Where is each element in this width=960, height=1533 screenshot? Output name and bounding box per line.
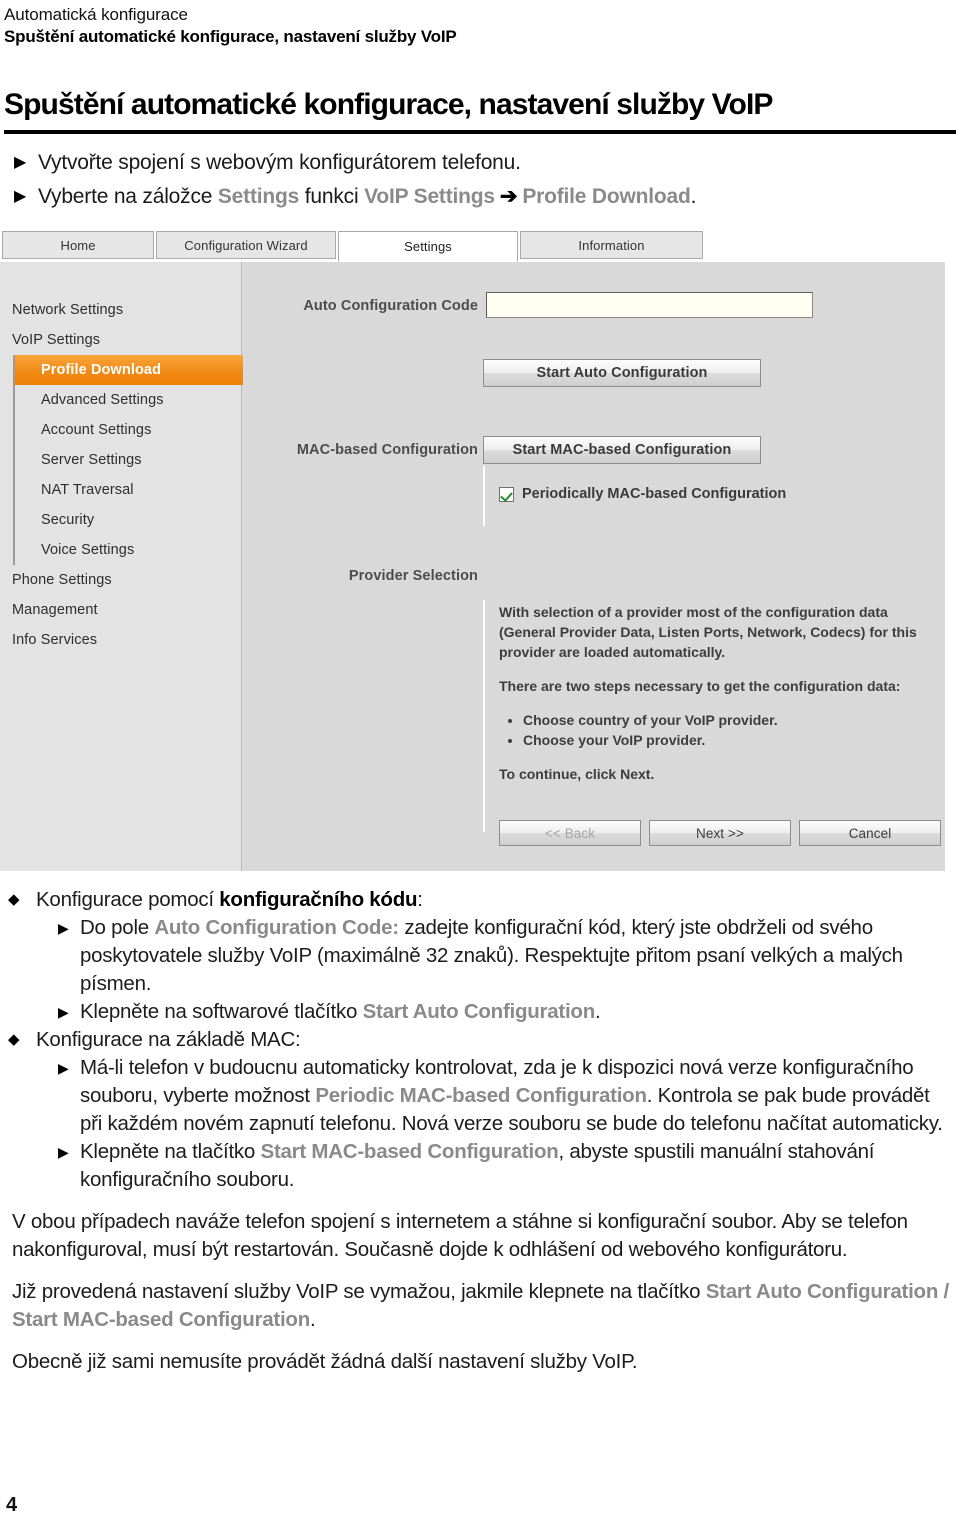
bullet-config-code-prefix: Konfigurace pomocí xyxy=(36,888,220,911)
triangle-bullet-icon: ▶ xyxy=(14,188,27,205)
diamond-bullet-icon: ◆ xyxy=(8,1031,20,1048)
intro-step-1-text: Vytvořte spojení s webovým konfigurátore… xyxy=(38,151,521,174)
sidebar-nav: Network Settings VoIP Settings Profile D… xyxy=(0,262,252,871)
intro-steps: ▶ Vytvořte spojení s webovým konfiguráto… xyxy=(14,146,944,214)
provider-info-bullet-list: Choose country of your VoIP provider. Ch… xyxy=(499,710,934,750)
provider-info-paragraph-3: To continue, click Next. xyxy=(499,766,655,782)
substep-click-start-auto: ▶ Klepněte na softwarové tlačítko Start … xyxy=(58,998,952,1026)
sidebar-item-voip-settings[interactable]: VoIP Settings xyxy=(0,325,242,355)
substep-click-start-auto-text: Klepněte na softwarové tlačítko Start Au… xyxy=(80,998,601,1026)
checkbox-checked-icon[interactable] xyxy=(499,486,514,502)
auto-configuration-code-input[interactable] xyxy=(486,292,813,318)
intro-step-2-submenu-term: Profile Download xyxy=(522,185,691,208)
sidebar-nav-list: Network Settings VoIP Settings Profile D… xyxy=(0,295,252,655)
sidebar-item-management[interactable]: Management xyxy=(0,595,242,625)
page-number: 4 xyxy=(6,1494,18,1516)
diamond-bullet-icon: ◆ xyxy=(8,891,20,908)
triangle-bullet-icon: ▶ xyxy=(58,1060,69,1076)
substep-enter-code: ▶ Do pole Auto Configuration Code: zadej… xyxy=(58,914,952,998)
tab-home[interactable]: Home xyxy=(2,231,154,259)
substep-click-start-auto-prefix: Klepněte na softwarové tlačítko xyxy=(80,1000,363,1023)
sidebar-item-advanced-settings[interactable]: Advanced Settings xyxy=(13,385,242,415)
periodically-mac-based-configuration-row[interactable]: Periodically MAC-based Configuration xyxy=(499,486,786,502)
cancel-button[interactable]: Cancel xyxy=(799,820,941,846)
substep-click-start-auto-term: Start Auto Configuration xyxy=(362,1000,596,1023)
intro-step-1: ▶ Vytvořte spojení s webovým konfiguráto… xyxy=(14,146,944,180)
intro-step-2: ▶ Vyberte na záložce Settings funkci VoI… xyxy=(14,180,944,214)
substep-click-start-mac-prefix: Klepněte na tlačítko xyxy=(80,1140,261,1163)
substep-click-start-auto-suffix: . xyxy=(594,1000,601,1023)
intro-step-2-prefix: Vyberte na záložce xyxy=(38,185,213,208)
sidebar-item-network-settings[interactable]: Network Settings xyxy=(0,295,242,325)
sidebar-item-server-settings[interactable]: Server Settings xyxy=(13,445,242,475)
substep-periodic-check: ▶ Má-li telefon v budoucnu automaticky k… xyxy=(58,1054,952,1138)
paragraph-no-further-settings: Obecně již sami nemusíte provádět žádná … xyxy=(12,1350,638,1373)
title-divider xyxy=(4,130,956,134)
body-copy: ◆ Konfigurace pomocí konfiguračního kódu… xyxy=(8,886,952,1376)
intro-step-2-text: Vyberte na záložce Settings funkci VoIP … xyxy=(38,180,696,214)
running-head: Automatická konfigurace Spuštění automat… xyxy=(4,4,944,48)
bullet-config-code-suffix: : xyxy=(417,888,423,911)
back-button[interactable]: << Back xyxy=(499,820,641,846)
triangle-bullet-icon: ▶ xyxy=(58,1144,69,1160)
paragraph-settings-erased-suffix: . xyxy=(309,1308,316,1331)
provider-info-paragraph-2: There are two steps necessary to get the… xyxy=(499,678,901,694)
triangle-bullet-icon: ▶ xyxy=(14,154,27,171)
running-head-section: Spuštění automatické konfigurace, nastav… xyxy=(4,27,457,46)
paragraph-settings-erased: Již provedená nastavení služby VoIP se v… xyxy=(8,1278,952,1334)
start-auto-configuration-button[interactable]: Start Auto Configuration xyxy=(483,359,761,387)
substep-click-start-mac-text: Klepněte na tlačítko Start MAC-based Con… xyxy=(80,1138,952,1194)
mac-section-rule xyxy=(483,466,485,526)
triangle-bullet-icon: ▶ xyxy=(58,1004,69,1020)
paragraph-restart-note: V obou případech naváže telefon spojení … xyxy=(12,1210,908,1261)
provider-info-text: With selection of a provider most of the… xyxy=(499,602,934,798)
intro-step-2-tab-term: Settings xyxy=(217,185,300,208)
substep-enter-code-term: Auto Configuration Code: xyxy=(154,916,399,939)
substep-click-start-mac-term: Start MAC-based Configuration xyxy=(260,1140,559,1163)
substep-periodic-check-text: Má-li telefon v budoucnu automaticky kon… xyxy=(80,1054,952,1138)
intro-step-2-end: . xyxy=(690,185,697,208)
substep-periodic-check-term: Periodic MAC-based Configuration xyxy=(315,1084,647,1107)
tab-configuration-wizard[interactable]: Configuration Wizard xyxy=(156,231,336,259)
list-item: Choose your VoIP provider. xyxy=(523,730,934,750)
sidebar-item-info-services[interactable]: Info Services xyxy=(0,625,242,655)
provider-info-rule xyxy=(483,600,485,832)
web-configurator-screenshot: Home Configuration Wizard Settings Infor… xyxy=(0,228,945,871)
list-item: Choose country of your VoIP provider. xyxy=(523,710,934,730)
sidebar-item-account-settings[interactable]: Account Settings xyxy=(13,415,242,445)
tab-information[interactable]: Information xyxy=(520,231,703,259)
content-pane: Auto Configuration Code Start Auto Confi… xyxy=(243,262,945,871)
substep-click-start-mac: ▶ Klepněte na tlačítko Start MAC-based C… xyxy=(58,1138,952,1194)
intro-step-2-middle: funkci xyxy=(304,185,359,208)
next-button[interactable]: Next >> xyxy=(649,820,791,846)
page-title: Spuštění automatické konfigurace, nastav… xyxy=(4,88,773,121)
right-arrow-icon: ➔ xyxy=(499,185,518,208)
sidebar-item-profile-download[interactable]: Profile Download xyxy=(13,355,252,385)
bullet-mac-config: ◆ Konfigurace na základě MAC: xyxy=(8,1026,952,1054)
tab-bar: Home Configuration Wizard Settings Infor… xyxy=(0,228,945,262)
intro-step-2-menu-term: VoIP Settings xyxy=(364,185,495,208)
sidebar-item-voice-settings[interactable]: Voice Settings xyxy=(13,535,242,565)
provider-info-paragraph-1: With selection of a provider most of the… xyxy=(499,604,917,660)
substep-enter-code-prefix: Do pole xyxy=(80,916,155,939)
bullet-config-code-bold: konfiguračního kódu xyxy=(219,888,418,911)
provider-selection-label: Provider Selection xyxy=(348,568,478,584)
bullet-mac-config-text: Konfigurace na základě MAC: xyxy=(36,1028,301,1051)
running-head-chapter: Automatická konfigurace xyxy=(4,5,188,24)
sidebar-item-security[interactable]: Security xyxy=(13,505,242,535)
sidebar-item-nat-traversal[interactable]: NAT Traversal xyxy=(13,475,242,505)
sidebar-item-phone-settings[interactable]: Phone Settings xyxy=(0,565,242,595)
start-mac-based-configuration-button[interactable]: Start MAC-based Configuration xyxy=(483,436,761,464)
auto-configuration-code-label: Auto Configuration Code xyxy=(303,298,478,314)
triangle-bullet-icon: ▶ xyxy=(58,920,69,936)
bullet-config-code: ◆ Konfigurace pomocí konfiguračního kódu… xyxy=(8,886,952,914)
bullet-config-code-text: Konfigurace pomocí konfiguračního kódu: xyxy=(36,886,423,914)
configurator-body: Network Settings VoIP Settings Profile D… xyxy=(0,262,945,871)
paragraph-settings-erased-prefix: Již provedená nastavení služby VoIP se v… xyxy=(12,1280,706,1303)
tab-settings[interactable]: Settings xyxy=(338,231,518,262)
mac-based-configuration-label: MAC-based Configuration xyxy=(296,442,478,458)
substep-enter-code-text: Do pole Auto Configuration Code: zadejte… xyxy=(80,914,952,998)
periodically-mac-based-configuration-label: Periodically MAC-based Configuration xyxy=(522,486,787,502)
